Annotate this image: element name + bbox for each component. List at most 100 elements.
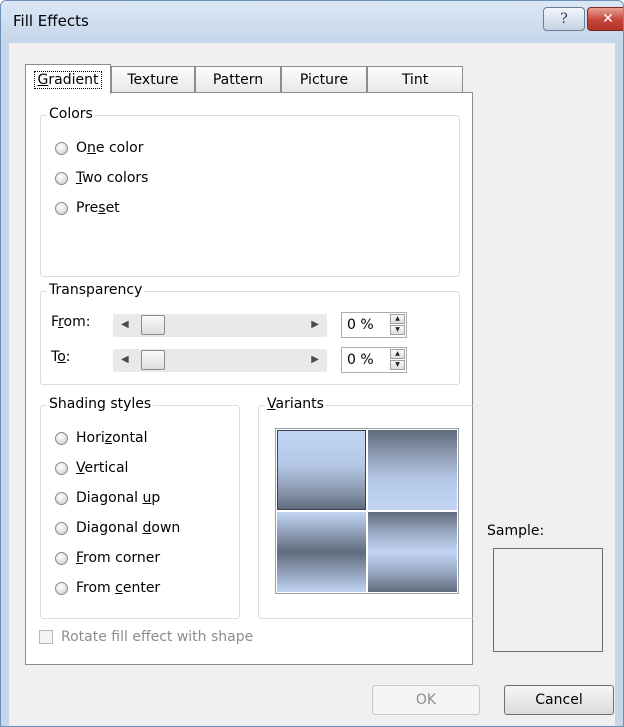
from-slider[interactable]: ◀ ▶ [113,314,327,337]
tab-pattern[interactable]: Pattern [195,66,281,92]
label-part: Pre [76,200,99,216]
label-part: From [76,580,116,596]
tab-picture[interactable]: Picture [281,66,367,92]
tab-tint-label: Tint [401,71,429,88]
label-mnemonic: F [76,550,84,566]
label-mnemonic: c [115,580,123,596]
radio-diagonal-down[interactable]: Diagonal down [55,520,180,536]
close-button[interactable]: ✕ [587,7,623,31]
radio-circle[interactable] [55,581,68,595]
help-icon: ? [560,11,568,27]
spin-up-icon[interactable]: ▲ [390,314,405,324]
shading-styles-label: Shading styles [47,396,154,412]
label-part: om: [63,314,91,330]
radio-two-colors[interactable]: Two colors [55,170,148,186]
radio-circle[interactable] [55,141,68,155]
radio-circle[interactable] [55,431,68,445]
label-part: et [105,200,120,216]
spin-down-icon[interactable]: ▼ [390,360,405,370]
variant-3[interactable] [277,512,366,592]
radio-from-corner-label: From corner [76,550,160,566]
title-bar[interactable]: Fill Effects ? ✕ [1,1,623,43]
dialog-client-area: Gradient Texture Pattern Picture Tint Co… [9,43,615,726]
slider-left-arrow-icon[interactable]: ◀ [121,319,129,330]
radio-from-center-label: From center [76,580,160,596]
ok-button[interactable]: OK [372,685,480,715]
label-mnemonic: z [104,430,113,446]
slider-left-arrow-icon[interactable]: ◀ [121,354,129,365]
sample-label: Sample: [487,523,545,539]
variant-1[interactable] [277,430,366,510]
radio-one-color[interactable]: One color [55,140,143,156]
sample-preview [493,548,603,652]
label-part: p [151,490,161,506]
label-part: Diagonal [76,520,143,536]
tab-picture-label: Picture [299,71,349,88]
radio-circle[interactable] [55,521,68,535]
close-icon: ✕ [602,11,614,27]
label-part: ontal [112,430,148,446]
tab-texture[interactable]: Texture [111,66,195,92]
slider-right-arrow-icon[interactable]: ▶ [311,354,319,365]
tab-gradient-text: radient [48,71,99,88]
radio-diagonal-up[interactable]: Diagonal up [55,490,160,506]
label-part: ertical [84,460,129,476]
variant-4[interactable] [368,512,457,592]
label-part: wo colors [82,170,149,186]
label-mnemonic: o [57,349,66,365]
variants-group: Variants [258,396,474,619]
variants-label: Variants [265,396,326,412]
from-value: 0 % [347,317,374,333]
ok-label: OK [415,692,437,708]
tab-gradient-label: Gradient [33,70,103,89]
checkbox-box[interactable] [39,630,53,644]
radio-from-corner[interactable]: From corner [55,550,160,566]
label-mnemonic: s [98,200,106,216]
radio-diagonal-up-label: Diagonal up [76,490,160,506]
variants-grid [275,428,459,594]
radio-vertical[interactable]: Vertical [55,460,128,476]
rotate-fill-checkbox[interactable]: Rotate fill effect with shape [39,629,253,645]
tab-tint[interactable]: Tint [367,66,463,92]
help-button[interactable]: ? [543,7,585,31]
radio-horizontal[interactable]: Horizontal [55,430,148,446]
gradient-tab-panel: Colors One color Two colors Preset Trans… [25,92,474,665]
radio-preset[interactable]: Preset [55,200,120,216]
spin-up-icon[interactable]: ▲ [390,349,405,359]
radio-from-center[interactable]: From center [55,580,160,596]
label-part: Hori [76,430,105,446]
radio-circle[interactable] [55,551,68,565]
radio-one-color-label: One color [76,140,143,156]
to-spinner: ▲ ▼ [390,349,405,371]
label-part: enter [122,580,161,596]
to-value: 0 % [347,352,374,368]
rotate-fill-label: Rotate fill effect with shape [61,629,254,645]
colors-group: Colors One color Two colors Preset [40,106,460,277]
variant-2[interactable] [368,430,457,510]
label-part: O [76,140,88,156]
transparency-group: Transparency From: ◀ ▶ 0 % ▲ ▼ To: ◀ ▶ 0… [40,282,460,385]
transparency-group-label: Transparency [47,282,145,298]
radio-two-colors-label: Two colors [76,170,148,186]
slider-right-arrow-icon[interactable]: ▶ [311,319,319,330]
label-part: F [51,314,59,330]
label-part: Diagonal [76,490,143,506]
cancel-button[interactable]: Cancel [504,685,614,715]
label-part: rom corner [83,550,161,566]
to-label: To: [51,349,70,365]
to-spin-field[interactable]: 0 % ▲ ▼ [341,347,407,373]
spin-down-icon[interactable]: ▼ [390,325,405,335]
radio-circle[interactable] [55,201,68,215]
label-mnemonic: V [76,460,85,476]
to-slider[interactable]: ◀ ▶ [113,349,327,372]
radio-circle[interactable] [55,491,68,505]
tab-gradient[interactable]: Gradient [25,64,111,94]
radio-circle[interactable] [55,461,68,475]
from-spinner: ▲ ▼ [390,314,405,336]
radio-vertical-label: Vertical [76,460,128,476]
to-slider-thumb[interactable] [141,350,165,370]
from-spin-field[interactable]: 0 % ▲ ▼ [341,312,407,338]
from-slider-thumb[interactable] [141,315,165,335]
radio-preset-label: Preset [76,200,120,216]
radio-circle[interactable] [55,171,68,185]
